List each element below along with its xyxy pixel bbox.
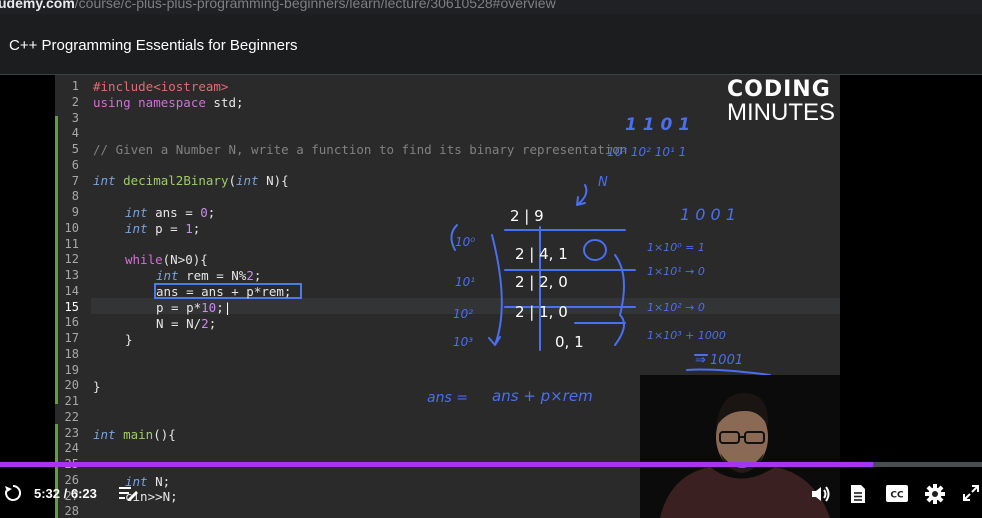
hw-power-left: 10¹ bbox=[455, 275, 476, 289]
course-title: C++ Programming Essentials for Beginners bbox=[9, 37, 298, 54]
progress-fill bbox=[0, 462, 873, 467]
url-path: /course/c-plus-plus-programming-beginner… bbox=[74, 0, 556, 11]
hw-binary-right: 1 0 0 1 bbox=[680, 205, 736, 224]
hw-div-row: 2 | 9 bbox=[510, 207, 544, 225]
transcript-notes-icon[interactable] bbox=[118, 485, 138, 501]
video-progress-bar[interactable] bbox=[0, 462, 982, 467]
closed-captions-icon[interactable]: CC bbox=[886, 485, 908, 502]
transcript-icon[interactable] bbox=[850, 484, 866, 504]
hw-mult-row: 1×10¹ → 0 bbox=[647, 265, 705, 278]
hw-div-row: 0, 1 bbox=[555, 333, 584, 351]
course-header: C++ Programming Essentials for Beginners bbox=[0, 14, 982, 75]
hw-powers-top: 10³ 10² 10¹ 1 bbox=[607, 145, 687, 159]
fullscreen-expand-icon[interactable] bbox=[962, 484, 980, 502]
hw-div-row: 2 | 1, 0 bbox=[515, 303, 568, 321]
hw-result: ⇒ 1001 bbox=[695, 353, 744, 368]
video-player[interactable]: 1 2 3 4 5 6 7 8 9 10 11 12 13 14 15 16 17 18 19 20 21 22 23 24 2… bbox=[0, 75, 982, 518]
hw-binary-top: 1 1 0 1 bbox=[625, 115, 691, 135]
hw-power-left: 10⁰ bbox=[455, 235, 476, 249]
svg-text:CC: CC bbox=[890, 491, 904, 501]
hw-div-row: 2 | 2, 0 bbox=[515, 273, 568, 291]
url-host: udemy.com bbox=[0, 0, 75, 11]
browser-url-bar[interactable]: udemy.com/course/c-plus-plus-programming… bbox=[0, 0, 982, 14]
hw-mult-row: 1×10³ + 1000 bbox=[647, 329, 726, 342]
hw-mult-row: 1×10² → 0 bbox=[647, 301, 705, 314]
hw-n-label: N bbox=[598, 175, 608, 190]
hw-power-left: 10³ bbox=[453, 335, 474, 349]
replay-icon[interactable] bbox=[4, 484, 22, 502]
hw-formula-left: ans = bbox=[427, 390, 468, 406]
hw-formula-right: ans + p×rem bbox=[492, 387, 593, 405]
hw-power-left: 10² bbox=[453, 307, 474, 321]
hw-div-row: 2 | 4, 1 bbox=[515, 245, 568, 263]
volume-icon[interactable] bbox=[811, 485, 831, 503]
player-controls: 5:32 / 6:23 CC bbox=[0, 470, 982, 518]
hw-mult-row: 1×10⁰ = 1 bbox=[647, 241, 705, 254]
time-display: 5:32 / 6:23 bbox=[34, 486, 97, 501]
settings-gear-icon[interactable] bbox=[925, 484, 945, 504]
